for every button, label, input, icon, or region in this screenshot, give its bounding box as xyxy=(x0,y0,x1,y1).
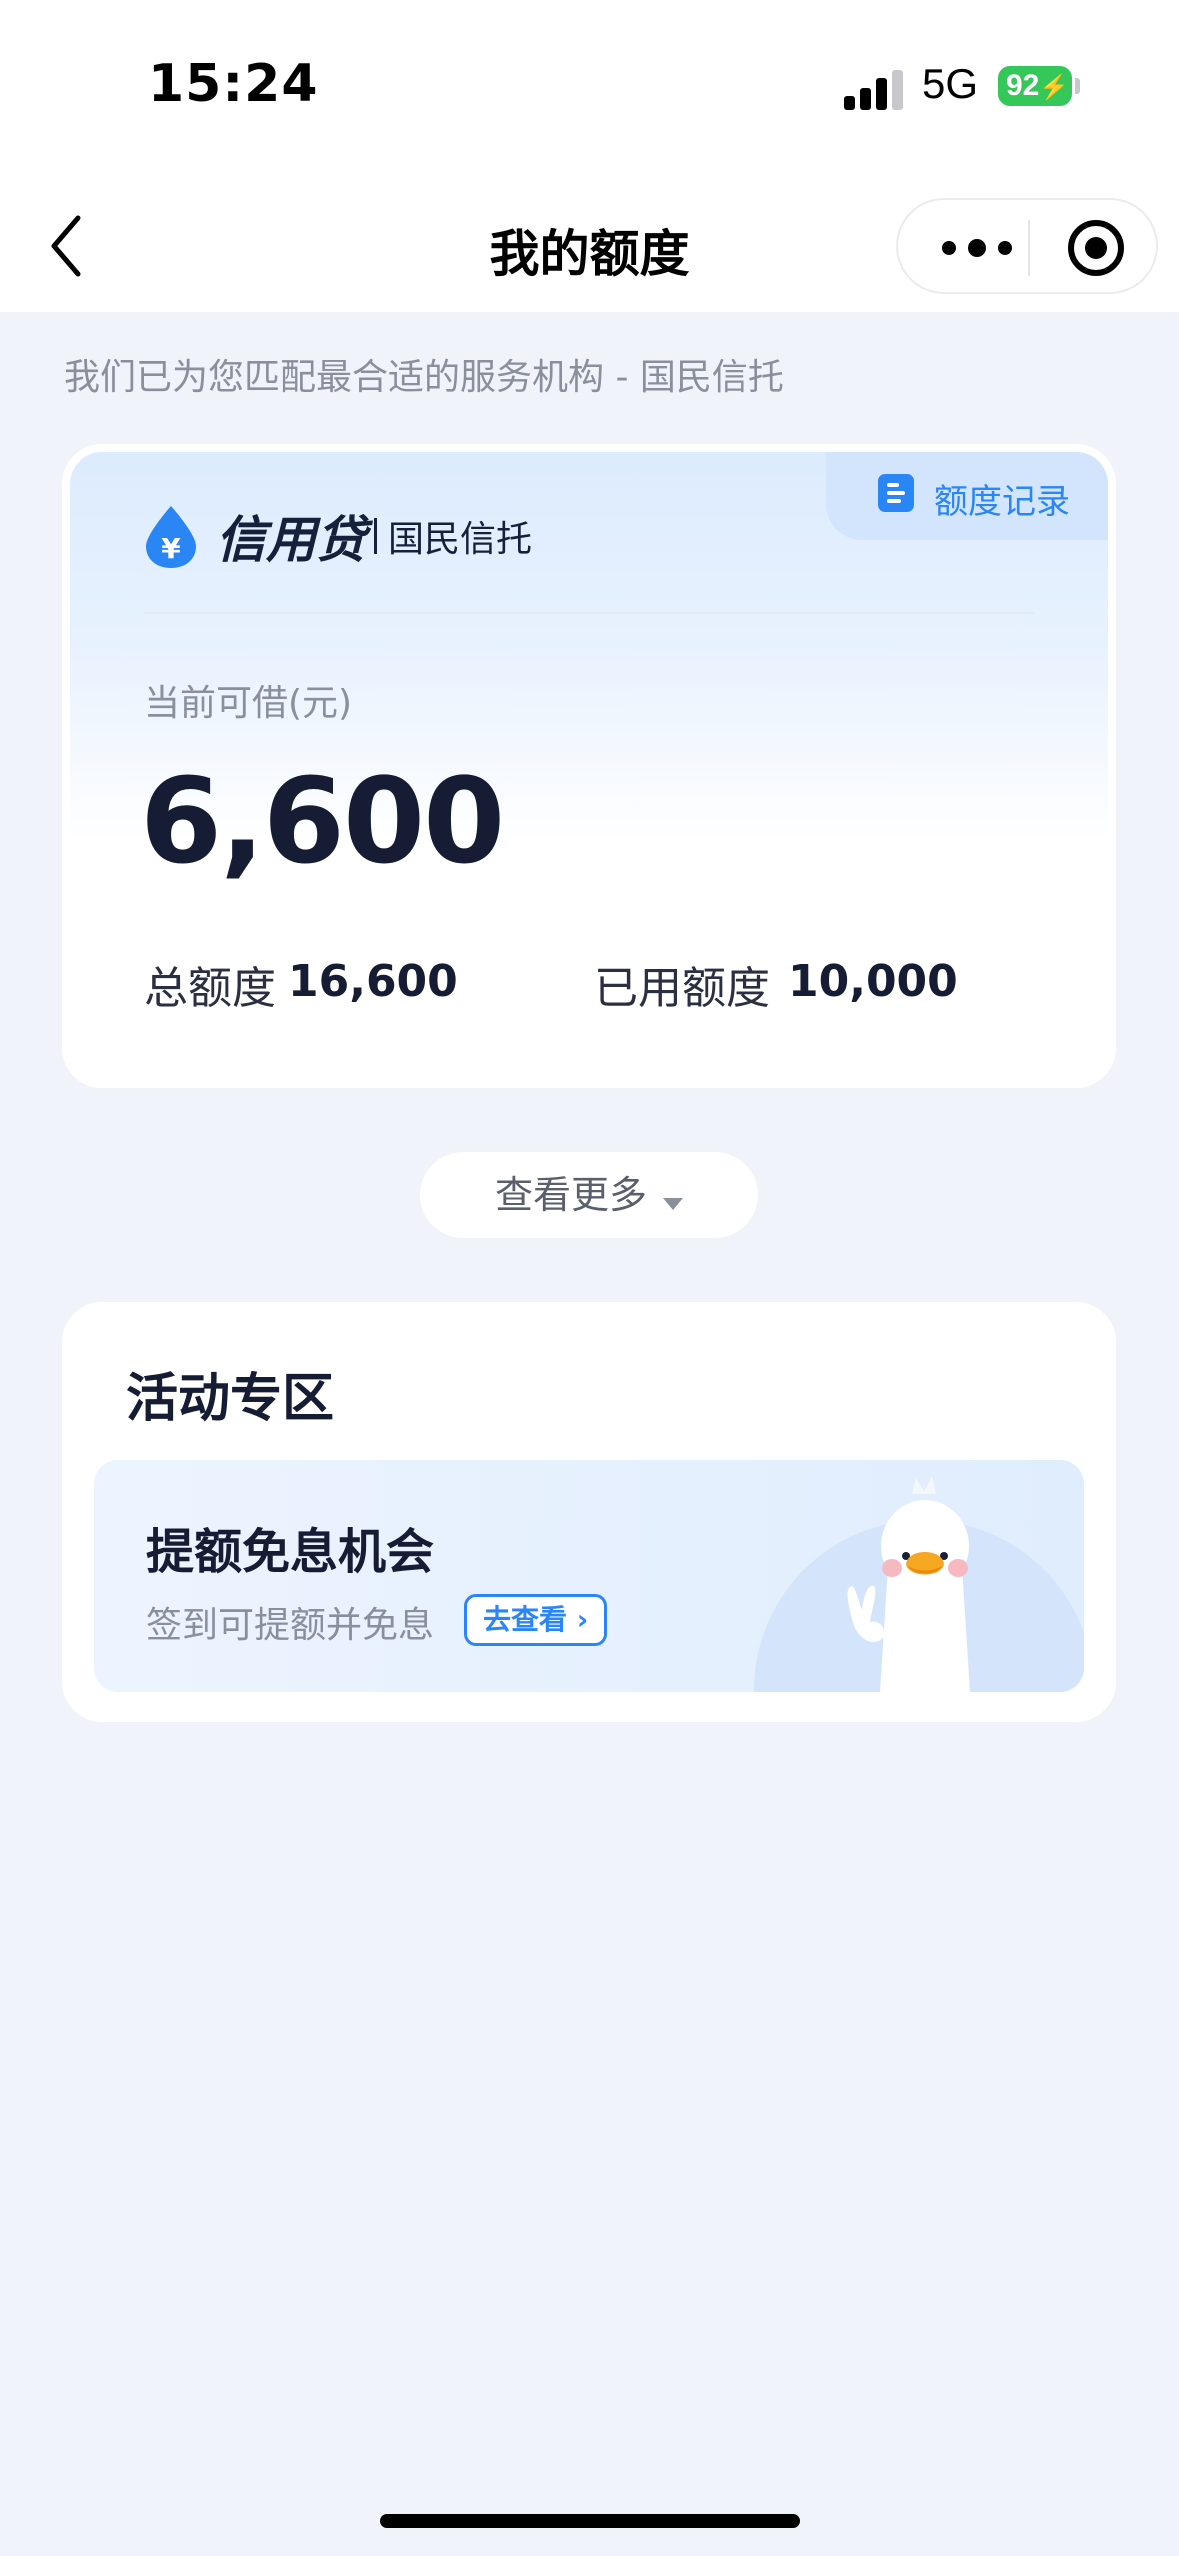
activity-title: 活动专区 xyxy=(126,1369,335,1429)
chevron-right-icon: › xyxy=(567,1603,589,1636)
close-target-icon[interactable] xyxy=(1068,220,1124,276)
caret-down-icon xyxy=(663,1197,683,1210)
quota-record-label: 额度记录 xyxy=(934,482,1070,522)
battery-level: 92 xyxy=(1006,69,1040,102)
view-more-label: 查看更多 xyxy=(494,1173,647,1217)
trust-org-name: 国民信托 xyxy=(388,519,533,560)
network-label: 5G xyxy=(922,60,979,107)
brand-separator xyxy=(374,518,377,554)
available-amount: 6,600 xyxy=(140,752,505,890)
status-time: 15:24 xyxy=(148,54,319,114)
quota-card: 额度记录 ¥ 信用贷 国民信托 当前可借(元) 6,600 总额度 16,600… xyxy=(62,444,1116,1088)
yuan-drop-icon: ¥ xyxy=(142,504,200,570)
record-list-icon xyxy=(878,474,914,512)
svg-text:¥: ¥ xyxy=(161,532,181,565)
card-divider xyxy=(144,612,1034,614)
promo-banner[interactable]: 提额免息机会 签到可提额并免息 去查看 › xyxy=(94,1460,1084,1692)
match-notice: 我们已为您匹配最合适的服务机构 - 国民信托 xyxy=(64,357,784,398)
activity-section: 活动专区 提额免息机会 签到可提额并免息 去查看 › xyxy=(62,1302,1116,1722)
home-indicator xyxy=(380,2514,800,2528)
promo-subtitle: 签到可提额并免息 xyxy=(146,1605,435,1646)
total-quota-label: 总额度 xyxy=(144,963,276,1014)
go-view-button[interactable]: 去查看 › xyxy=(464,1594,608,1646)
view-more-button[interactable]: 查看更多 xyxy=(420,1152,758,1238)
go-view-label: 去查看 xyxy=(483,1603,568,1636)
used-quota-label: 已用额度 xyxy=(594,963,770,1014)
mini-program-capsule xyxy=(896,198,1158,294)
capsule-divider xyxy=(1028,220,1030,276)
duck-mascot-icon xyxy=(794,1476,1054,1692)
product-name: 信用贷 xyxy=(216,511,366,569)
more-dots-icon[interactable] xyxy=(938,232,1018,264)
available-label: 当前可借(元) xyxy=(144,683,353,724)
signal-icon xyxy=(844,66,904,110)
promo-title: 提额免息机会 xyxy=(146,1524,435,1580)
battery-tip xyxy=(1075,78,1080,94)
used-quota-value: 10,000 xyxy=(788,956,958,1007)
quota-record-button[interactable]: 额度记录 xyxy=(826,452,1108,540)
total-quota-value: 16,600 xyxy=(288,956,458,1007)
battery-icon: 92⚡ xyxy=(998,66,1072,106)
